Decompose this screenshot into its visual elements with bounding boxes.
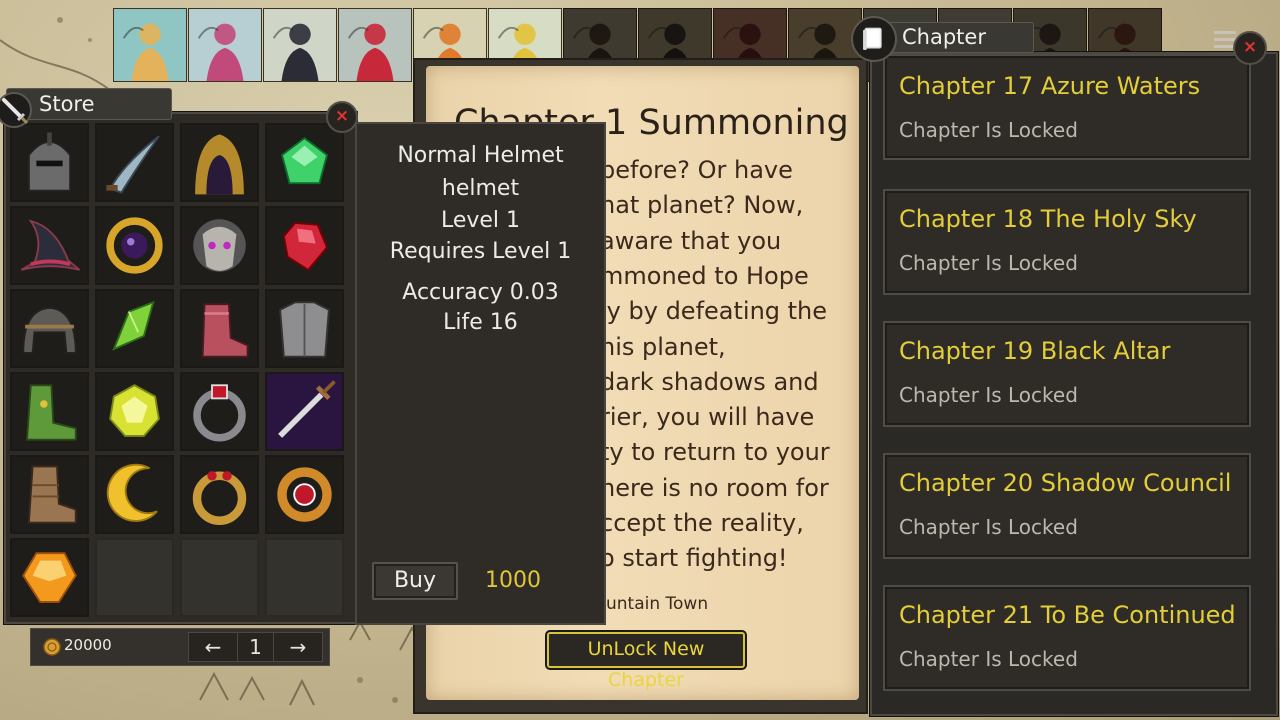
item-stat-life: Life 16 (443, 310, 518, 335)
dark-rogue-hero-portrait[interactable] (263, 8, 337, 82)
store-item-slot[interactable] (180, 455, 259, 534)
store-item-slot[interactable] (10, 455, 89, 534)
store-item-slot[interactable] (95, 123, 174, 202)
purple-sword-icon (267, 374, 342, 449)
chapter-card-status: Chapter Is Locked (899, 515, 1078, 539)
curved-blade-icon (97, 125, 172, 200)
iron-helmet-icon (12, 291, 87, 366)
golden-hood-icon (182, 125, 257, 200)
chapter-card-title: Chapter 18 The Holy Sky (899, 205, 1197, 233)
chapter-card[interactable]: Chapter 21 To Be Continued Chapter Is Loc… (883, 585, 1251, 691)
store-item-slot[interactable] (95, 289, 174, 368)
item-level: Level 1 (440, 208, 521, 233)
green-crystal-icon (97, 291, 172, 366)
store-item-slot[interactable] (10, 538, 89, 617)
story-location: untain Town (606, 594, 709, 614)
item-stat-accuracy: Accuracy 0.03 (402, 280, 559, 305)
store-item-slot[interactable] (10, 206, 89, 285)
chapter-card-status: Chapter Is Locked (899, 647, 1078, 671)
store-item-slot[interactable] (265, 123, 344, 202)
store-item-grid (10, 123, 350, 617)
item-required-level: Requires Level 1 (389, 239, 572, 264)
story-text-line: o start fighting! (600, 544, 788, 573)
prev-page-button[interactable]: ← (188, 632, 238, 662)
red-boot-icon (182, 291, 257, 366)
store-item-slot[interactable] (10, 372, 89, 451)
gold-ruby-ring-icon (267, 457, 342, 532)
story-text-line: rier, you will have (600, 403, 815, 432)
tribal-mask-icon (182, 208, 257, 283)
book-icon (851, 16, 897, 62)
store-item-slot[interactable] (265, 289, 344, 368)
item-price: 1000 (485, 568, 541, 593)
store-item-slot[interactable] (95, 206, 174, 285)
store-close-button[interactable]: × (326, 101, 358, 133)
story-text-line: his planet, (600, 332, 726, 361)
leather-boot-icon (12, 457, 87, 532)
story-text-line: ly by defeating the (600, 297, 828, 326)
story-text-line: hat planet? Now, (600, 191, 804, 220)
story-text-line: before? Or have (600, 156, 793, 184)
chapter-card-title: Chapter 20 Shadow Council (899, 469, 1232, 497)
coin-balance: 20000 (64, 636, 112, 654)
store-item-slot[interactable] (95, 372, 174, 451)
crescent-moon-icon (97, 457, 172, 532)
story-text-line: dark shadows and (600, 367, 819, 396)
knight-helmet-icon (12, 125, 87, 200)
page-number: 1 (238, 632, 273, 662)
pink-mage-hero-portrait[interactable] (188, 8, 262, 82)
orange-gem-icon (12, 540, 87, 615)
store-empty-slot (265, 538, 344, 617)
store-item-slot[interactable] (10, 289, 89, 368)
ruby-ring-icon (182, 374, 257, 449)
yellow-gem-icon (97, 374, 172, 449)
story-text-line: aware that you (600, 226, 782, 255)
store-item-slot[interactable] (180, 372, 259, 451)
store-pager: ← 1 → (188, 632, 325, 662)
store-item-slot[interactable] (265, 372, 344, 451)
chapter-card-status: Chapter Is Locked (899, 383, 1078, 407)
red-gem-icon (267, 208, 342, 283)
store-item-slot[interactable] (180, 123, 259, 202)
chapter-card-status: Chapter Is Locked (899, 251, 1078, 275)
buy-button[interactable]: Buy (372, 562, 458, 600)
item-type: helmet (441, 176, 520, 201)
chapter-card-status: Chapter Is Locked (899, 118, 1078, 142)
chapter-card-title: Chapter 21 To Be Continued (899, 601, 1236, 629)
story-text-line: here is no room for (600, 473, 829, 502)
green-boot-icon (12, 374, 87, 449)
story-text-line: ccept the reality, (600, 509, 804, 537)
store-item-slot[interactable] (180, 206, 259, 285)
harpy-hero-portrait[interactable] (113, 8, 187, 82)
store-empty-slot (95, 538, 174, 617)
item-detail-panel: Normal Helmet helmet Level 1 Requires Le… (355, 122, 606, 625)
store-item-slot[interactable] (180, 289, 259, 368)
store-item-slot[interactable] (265, 455, 344, 534)
gold-ring-icon (182, 457, 257, 532)
purple-orb-ring-icon (97, 208, 172, 283)
chapter-card[interactable]: Chapter 19 Black Altar Chapter Is Locked (883, 321, 1251, 427)
next-page-button[interactable]: → (273, 632, 323, 662)
green-gem-icon (267, 125, 342, 200)
chapter-card-title: Chapter 19 Black Altar (899, 337, 1171, 365)
store-item-slot[interactable] (265, 206, 344, 285)
chapter-card[interactable]: Chapter 18 The Holy Sky Chapter Is Locked (883, 189, 1251, 295)
coin-icon (42, 637, 62, 657)
store-item-slot[interactable] (95, 455, 174, 534)
chapter-card[interactable]: Chapter 17 Azure Waters Chapter Is Locked (883, 54, 1251, 160)
story-text-line: mmoned to Hope (600, 261, 809, 290)
wizard-hat-icon (12, 208, 87, 283)
sword-icon (0, 90, 34, 130)
red-knight-hero-portrait[interactable] (338, 8, 412, 82)
chapter-card-title: Chapter 17 Azure Waters (899, 72, 1201, 100)
store-item-slot[interactable] (10, 123, 89, 202)
chapter-close-button[interactable]: × (1233, 31, 1267, 65)
store-empty-slot (180, 538, 259, 617)
item-name: Normal Helmet (397, 143, 564, 168)
story-text-line: ty to return to your (600, 438, 830, 467)
chapter-card[interactable]: Chapter 20 Shadow Council Chapter Is Lock… (883, 453, 1251, 559)
steel-armor-icon (267, 291, 342, 366)
unlock-new-chapter-button[interactable]: UnLock New Chapter (547, 632, 745, 691)
